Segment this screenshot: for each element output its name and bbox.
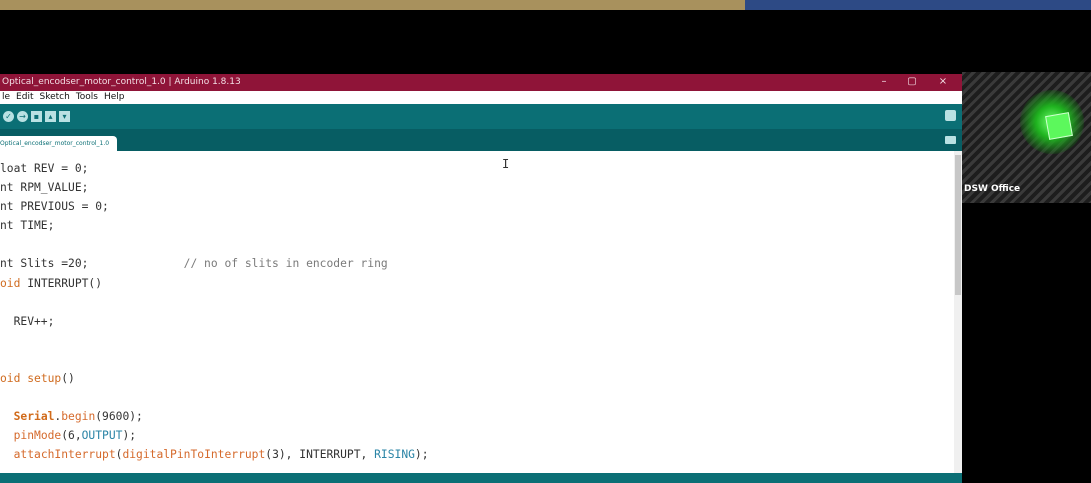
- code-token: nt Slits =20;: [0, 257, 89, 271]
- top-band-blue: [745, 0, 1091, 10]
- new-button[interactable]: ▪: [31, 111, 42, 122]
- code-line[interactable]: nt RPM_VALUE;: [0, 178, 429, 197]
- close-button[interactable]: ×: [933, 74, 953, 91]
- code-line[interactable]: attachInterrupt(digitalPinToInterrupt(3)…: [0, 445, 429, 464]
- code-token: // no of slits in encoder ring: [88, 257, 388, 271]
- tab-bar: Optical_encodser_motor_control_1.0: [0, 129, 962, 151]
- code-line[interactable]: [0, 293, 429, 312]
- serial-monitor-icon[interactable]: [945, 110, 956, 121]
- code-line[interactable]: oid setup(): [0, 369, 429, 388]
- text-cursor-icon: I: [502, 157, 510, 171]
- code-token: loat REV = 0;: [0, 162, 89, 175]
- code-token: );: [122, 429, 137, 443]
- code-line[interactable]: [0, 350, 429, 369]
- menu-bar: le Edit Sketch Tools Help: [0, 91, 962, 104]
- code-token: nt RPM_VALUE;: [0, 181, 89, 195]
- code-token: (): [61, 372, 75, 386]
- tab-menu-icon[interactable]: [945, 136, 956, 144]
- menu-file[interactable]: le: [2, 91, 10, 104]
- code-line[interactable]: [0, 235, 429, 254]
- tab-sketch[interactable]: Optical_encodser_motor_control_1.0: [0, 136, 118, 151]
- code-token: Serial: [13, 410, 55, 424]
- minimize-button[interactable]: –: [874, 74, 894, 91]
- code-token: (3), INTERRUPT,: [265, 448, 375, 462]
- code-token: begin: [61, 410, 96, 424]
- open-button[interactable]: ▴: [45, 111, 56, 122]
- code-line[interactable]: nt TIME;: [0, 216, 429, 235]
- menu-edit[interactable]: Edit: [16, 91, 33, 104]
- code-token: REV++;: [0, 314, 55, 328]
- code-token: nt TIME;: [0, 219, 55, 233]
- menu-sketch[interactable]: Sketch: [39, 91, 69, 104]
- code-token: RISING: [374, 448, 415, 462]
- arduino-ide-window: Optical_encodser_motor_control_1.0 | Ard…: [0, 74, 962, 483]
- code-line[interactable]: Serial.begin(9600);: [0, 407, 429, 426]
- code-text[interactable]: loat REV = 0; nt RPM_VALUE;nt PREVIOUS = …: [0, 159, 429, 465]
- code-line[interactable]: [0, 331, 429, 350]
- maximize-button[interactable]: ▢: [902, 74, 922, 91]
- editor-scrollbar[interactable]: [954, 151, 962, 473]
- code-line[interactable]: loat REV = 0;: [0, 159, 429, 178]
- code-token: (6,: [61, 429, 82, 443]
- code-line[interactable]: nt Slits =20; // no of slits in encoder …: [0, 254, 429, 273]
- code-line[interactable]: [0, 388, 429, 407]
- code-line[interactable]: nt PREVIOUS = 0;: [0, 197, 429, 216]
- verify-button[interactable]: ✓: [3, 111, 14, 122]
- code-token: oid: [0, 276, 28, 290]
- window-title: Optical_encodser_motor_control_1.0 | Ard…: [2, 77, 241, 87]
- code-line[interactable]: REV++;: [0, 312, 429, 331]
- code-line[interactable]: oid INTERRUPT(): [0, 274, 429, 293]
- code-token: (9600);: [95, 410, 143, 424]
- scrollbar-thumb[interactable]: [955, 155, 961, 295]
- code-token: OUTPUT: [81, 429, 123, 443]
- title-bar: Optical_encodser_motor_control_1.0 | Ard…: [0, 74, 962, 91]
- code-line[interactable]: pinMode(6,OUTPUT);: [0, 426, 429, 445]
- webcam-tile: DSW Office: [962, 72, 1091, 203]
- upload-button[interactable]: →: [17, 111, 28, 122]
- green-cube: [1045, 112, 1073, 140]
- code-token: pinMode: [13, 429, 62, 443]
- status-bar: [0, 473, 962, 483]
- webcam-label: DSW Office: [964, 184, 1021, 194]
- code-token: oid: [0, 372, 28, 386]
- code-token: nt PREVIOUS = 0;: [0, 200, 109, 214]
- toolbar: ✓ → ▪ ▴ ▾: [0, 104, 962, 129]
- menu-tools[interactable]: Tools: [76, 91, 98, 104]
- code-editor[interactable]: loat REV = 0; nt RPM_VALUE;nt PREVIOUS = …: [0, 151, 962, 473]
- code-token: setup: [27, 372, 62, 386]
- code-token: attachInterrupt: [13, 448, 116, 462]
- menu-help[interactable]: Help: [104, 91, 125, 104]
- save-button[interactable]: ▾: [59, 111, 70, 122]
- code-token: INTERRUPT(): [27, 276, 103, 290]
- code-token: );: [414, 448, 429, 462]
- code-token: digitalPinToInterrupt: [122, 448, 266, 462]
- top-band-gold: [0, 0, 745, 10]
